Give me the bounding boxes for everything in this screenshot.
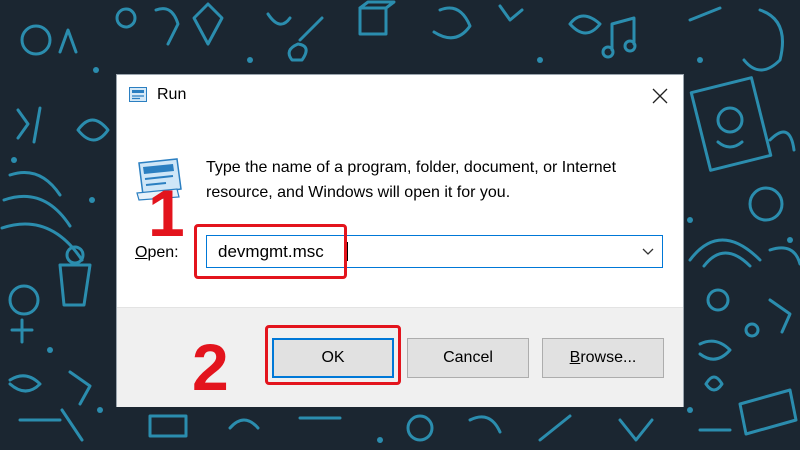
cancel-button[interactable]: Cancel bbox=[407, 338, 529, 378]
run-app-icon bbox=[129, 87, 147, 102]
highlight-input-box bbox=[194, 224, 347, 279]
open-label-accelerator: O bbox=[135, 244, 148, 261]
title-bar[interactable]: Run bbox=[117, 75, 683, 117]
cancel-button-label: Cancel bbox=[443, 349, 493, 366]
highlight-ok-button bbox=[265, 325, 401, 385]
chevron-down-icon bbox=[642, 248, 654, 255]
browse-accelerator: B bbox=[569, 349, 581, 366]
browse-button[interactable]: Browse... bbox=[542, 338, 664, 378]
step-1-marker: 1 bbox=[148, 176, 185, 250]
dropdown-button[interactable] bbox=[634, 236, 662, 267]
dialog-description: Type the name of a program, folder, docu… bbox=[206, 159, 617, 201]
dialog-title: Run bbox=[157, 86, 187, 103]
text-caret bbox=[347, 242, 348, 261]
close-button[interactable] bbox=[643, 79, 677, 113]
browse-button-label: rowse... bbox=[580, 349, 637, 366]
close-icon bbox=[652, 88, 668, 104]
step-2-marker: 2 bbox=[192, 330, 229, 404]
